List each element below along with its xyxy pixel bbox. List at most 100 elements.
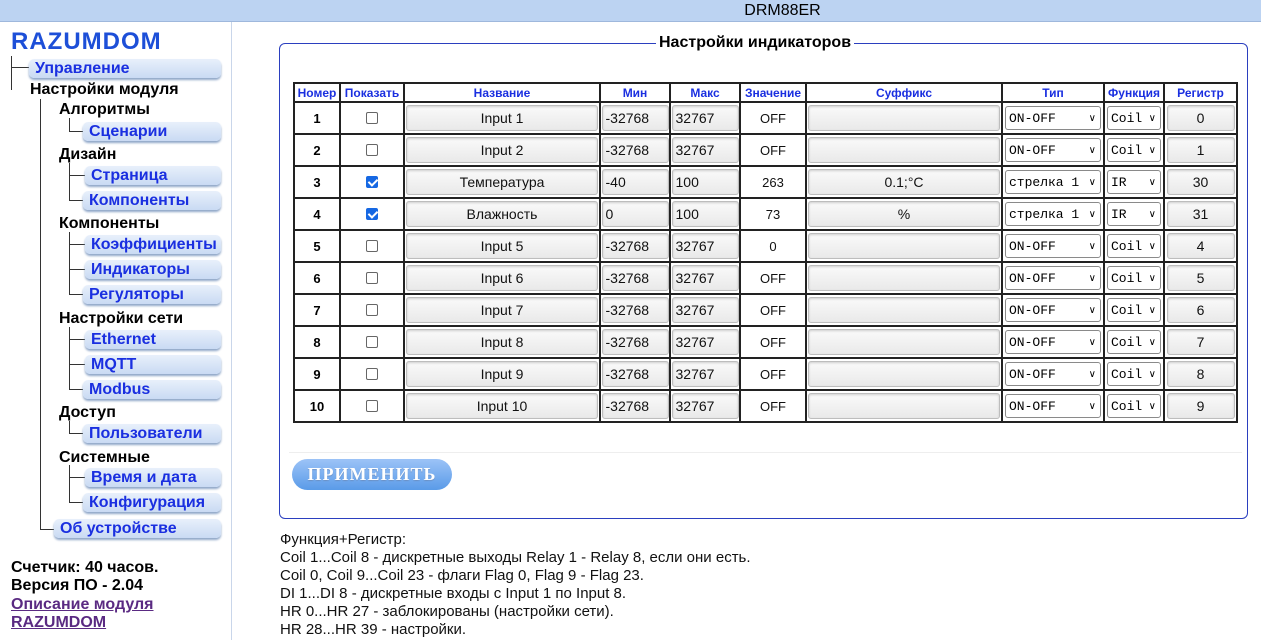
max-input[interactable]: 32767 [671,297,739,323]
name-input[interactable]: Влажность [406,201,598,227]
nav-mqtt[interactable]: MQTT [85,355,221,374]
show-checkbox[interactable] [366,272,378,284]
suffix-input[interactable] [808,329,1000,355]
name-input[interactable]: Input 8 [406,329,598,355]
min-input[interactable]: -32768 [601,329,669,355]
function-select[interactable]: Coil ∨ [1107,394,1161,418]
max-input[interactable]: 32767 [671,105,739,131]
show-checkbox[interactable] [366,400,378,412]
suffix-input[interactable] [808,361,1000,387]
nav-regulators[interactable]: Регуляторы [83,285,221,304]
type-select[interactable]: ON-OFF ∨ [1005,298,1101,322]
type-cell: ON-OFF ∨ [1001,389,1105,423]
suffix-input[interactable] [808,233,1000,259]
register-input[interactable]: 0 [1166,105,1235,131]
register-input[interactable]: 1 [1166,137,1235,163]
col-header-max: Макс [669,82,741,103]
register-input[interactable]: 8 [1166,361,1235,387]
min-input[interactable]: -32768 [601,361,669,387]
type-select[interactable]: ON-OFF ∨ [1005,362,1101,386]
function-select[interactable]: Coil ∨ [1107,234,1161,258]
function-select[interactable]: Coil ∨ [1107,138,1161,162]
max-input[interactable]: 32767 [671,233,739,259]
show-checkbox[interactable] [366,208,378,220]
min-input[interactable]: -32768 [601,233,669,259]
function-select[interactable]: Coil ∨ [1107,106,1161,130]
min-input[interactable]: -32768 [601,393,669,419]
show-checkbox[interactable] [366,336,378,348]
nav-indicators[interactable]: Индикаторы [85,260,221,279]
suffix-input[interactable] [808,137,1000,163]
apply-button[interactable]: ПРИМЕНИТЬ [292,459,452,490]
max-input[interactable]: 32767 [671,265,739,291]
min-input[interactable]: -32768 [601,297,669,323]
max-input[interactable]: 100 [671,201,739,227]
type-select[interactable]: ON-OFF ∨ [1005,234,1101,258]
nav-modbus[interactable]: Modbus [83,380,221,399]
suffix-input[interactable] [808,393,1000,419]
max-input[interactable]: 32767 [671,393,739,419]
suffix-input[interactable]: % [808,201,1000,227]
type-select[interactable]: стрелка 1 ∨ [1005,170,1101,194]
show-checkbox[interactable] [366,112,378,124]
type-select[interactable]: стрелка 1 ∨ [1005,202,1101,226]
max-input[interactable]: 100 [671,169,739,195]
nav-design-components[interactable]: Компоненты [83,191,221,210]
nav-configuration[interactable]: Конфигурация [83,493,221,512]
name-input[interactable]: Input 5 [406,233,598,259]
nav-coefficients[interactable]: Коэффициенты [85,235,221,254]
show-checkbox[interactable] [366,368,378,380]
function-select[interactable]: IR ∨ [1107,170,1161,194]
register-input[interactable]: 9 [1166,393,1235,419]
min-input[interactable]: -32768 [601,137,669,163]
name-input[interactable]: Input 6 [406,265,598,291]
nav-ethernet[interactable]: Ethernet [85,330,221,349]
name-input[interactable]: Input 10 [406,393,598,419]
suffix-input[interactable] [808,105,1000,131]
function-select[interactable]: Coil ∨ [1107,266,1161,290]
name-input[interactable]: Input 2 [406,137,598,163]
min-input[interactable]: -32768 [601,265,669,291]
show-checkbox[interactable] [366,240,378,252]
nav-upravlenie[interactable]: Управление [29,59,221,78]
name-input[interactable]: Input 1 [406,105,598,131]
suffix-input[interactable] [808,297,1000,323]
nav-page[interactable]: Страница [85,166,221,185]
max-input[interactable]: 32767 [671,137,739,163]
name-input[interactable]: Input 7 [406,297,598,323]
register-input[interactable]: 5 [1166,265,1235,291]
nav-datetime[interactable]: Время и дата [85,468,221,487]
type-select[interactable]: ON-OFF ∨ [1005,106,1101,130]
type-select[interactable]: ON-OFF ∨ [1005,138,1101,162]
type-select[interactable]: ON-OFF ∨ [1005,266,1101,290]
nav-about[interactable]: Об устройстве [54,519,221,538]
register-input[interactable]: 30 [1166,169,1235,195]
function-select[interactable]: Coil ∨ [1107,330,1161,354]
indicators-table-wrap: Номер Показать Название Мин Макс Значени… [293,82,1238,443]
module-description-link[interactable]: Описание модуля [11,596,154,614]
min-input[interactable]: -32768 [601,105,669,131]
function-select[interactable]: Coil ∨ [1107,362,1161,386]
function-select[interactable]: IR ∨ [1107,202,1161,226]
nav-users[interactable]: Пользователи [83,424,221,443]
register-input[interactable]: 7 [1166,329,1235,355]
module-description-link-2[interactable]: RAZUMDOM [11,614,106,632]
register-input[interactable]: 31 [1166,201,1235,227]
name-input[interactable]: Температура [406,169,598,195]
nav-scenarios[interactable]: Сценарии [83,122,221,141]
max-input[interactable]: 32767 [671,361,739,387]
max-input[interactable]: 32767 [671,329,739,355]
show-checkbox[interactable] [366,176,378,188]
type-select[interactable]: ON-OFF ∨ [1005,330,1101,354]
suffix-input[interactable] [808,265,1000,291]
type-select[interactable]: ON-OFF ∨ [1005,394,1101,418]
register-input[interactable]: 4 [1166,233,1235,259]
min-input[interactable]: -40 [601,169,669,195]
show-checkbox[interactable] [366,304,378,316]
name-input[interactable]: Input 9 [406,361,598,387]
register-input[interactable]: 6 [1166,297,1235,323]
show-checkbox[interactable] [366,144,378,156]
min-input[interactable]: 0 [601,201,669,227]
suffix-input[interactable]: 0.1;°C [808,169,1000,195]
function-select[interactable]: Coil ∨ [1107,298,1161,322]
